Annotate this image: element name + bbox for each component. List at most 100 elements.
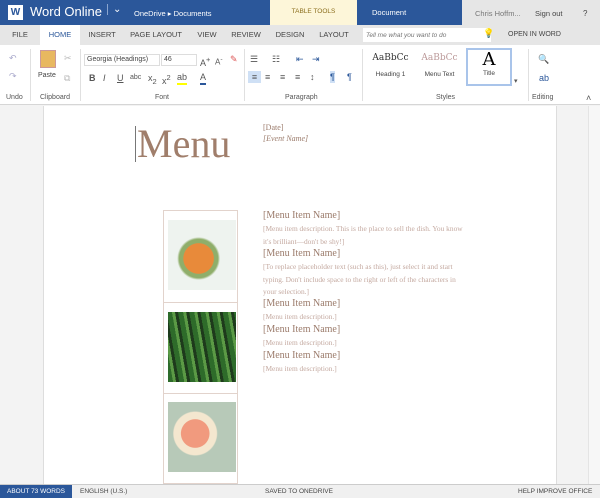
replace-icon[interactable]: ab (539, 72, 549, 84)
app-menu-chevron-icon[interactable]: ⌄ (107, 4, 121, 15)
align-right-icon[interactable]: ≡ (280, 71, 285, 83)
cut-icon[interactable]: ✂ (64, 52, 72, 64)
tab-file[interactable]: FILE (5, 25, 35, 45)
tab-insert[interactable]: INSERT (82, 25, 122, 45)
save-status: SAVED TO ONEDRIVE (265, 488, 333, 495)
undo-icon[interactable]: ↶ (9, 52, 17, 64)
tab-design[interactable]: DESIGN (272, 25, 308, 45)
menu-item-name[interactable]: [Menu Item Name] (263, 324, 340, 335)
document-name[interactable]: Document (357, 0, 462, 25)
style-title[interactable]: A Title (466, 48, 512, 86)
doc-title[interactable]: Menu (137, 120, 230, 167)
breadcrumb-onedrive[interactable]: OneDrive (134, 9, 166, 18)
doc-event-name[interactable]: [Event Name] (263, 134, 308, 143)
divider (30, 49, 31, 101)
redo-icon[interactable]: ↷ (9, 70, 17, 82)
group-label-undo: Undo (6, 94, 23, 101)
decrease-indent-icon[interactable]: ⇤ (296, 53, 304, 65)
underline-icon[interactable]: U (117, 72, 124, 84)
table-tools-label: TABLE TOOLS (291, 8, 336, 15)
word-logo-icon: W (8, 5, 23, 20)
style-heading-1[interactable]: AaBbCc Heading 1 (367, 50, 414, 86)
tab-page-layout[interactable]: PAGE LAYOUT (126, 25, 186, 45)
italic-icon[interactable]: I (103, 72, 106, 84)
line-spacing-icon[interactable]: ↕ (310, 71, 315, 83)
scrollbar[interactable] (588, 106, 600, 484)
breadcrumb: OneDrive ▸ Documents (134, 9, 212, 18)
tab-view[interactable]: VIEW (192, 25, 222, 45)
divider (80, 49, 81, 101)
help-button[interactable]: ? (583, 9, 587, 18)
group-label-clipboard: Clipboard (40, 94, 70, 101)
font-name-select[interactable]: Georgia (Headings) (84, 54, 160, 66)
ltr-icon[interactable]: ¶ (330, 71, 335, 83)
styles-more-icon[interactable]: ▾ (514, 76, 518, 88)
align-center-icon[interactable]: ≡ (265, 71, 270, 83)
divider (362, 49, 363, 101)
tab-review[interactable]: REVIEW (228, 25, 264, 45)
numbering-icon[interactable]: ☷ (272, 53, 280, 65)
paste-icon[interactable] (40, 50, 56, 68)
style-menu-text[interactable]: AaBbCc Menu Text (416, 50, 463, 86)
language[interactable]: ENGLISH (U.S.) (80, 485, 127, 498)
lightbulb-icon[interactable]: 💡 (483, 28, 494, 39)
edamame-image[interactable] (168, 220, 236, 290)
paste-label[interactable]: Paste (38, 72, 56, 79)
rtl-icon[interactable]: ¶ (347, 71, 352, 83)
superscript-icon[interactable]: x2 (162, 72, 171, 87)
align-left-icon[interactable]: ≡ (248, 71, 261, 83)
bullets-icon[interactable]: ☰ (250, 53, 258, 65)
style-preview: A (482, 49, 496, 70)
group-label-styles: Styles (436, 94, 456, 101)
menu-item-description[interactable]: [Menu item description.] (263, 363, 463, 376)
menu-item-description[interactable]: [Menu item description.] (263, 311, 463, 324)
menu-item-name[interactable]: [Menu Item Name] (263, 248, 340, 259)
menu-item-description[interactable]: [Menu item description.] (263, 337, 463, 350)
subscript-icon[interactable]: x2 (148, 72, 157, 88)
app-title[interactable]: Word Online (30, 4, 102, 19)
grapefruit-image[interactable] (168, 402, 236, 472)
clear-formatting-icon[interactable]: ✎ (230, 53, 238, 65)
group-label-paragraph: Paragraph (285, 94, 318, 101)
menu-item-description[interactable]: [Menu item description. This is the plac… (263, 223, 463, 248)
divider (163, 393, 238, 394)
menu-item-name[interactable]: [Menu Item Name] (263, 298, 340, 309)
style-label: Heading 1 (375, 71, 406, 78)
word-count[interactable]: ABOUT 73 WORDS (0, 485, 72, 498)
find-icon[interactable]: 🔍 (538, 53, 549, 65)
doc-date[interactable]: [Date] (263, 123, 283, 132)
group-label-editing: Editing (532, 94, 554, 101)
font-size-select[interactable]: 46 (161, 54, 197, 66)
style-preview: AaBbCc (372, 53, 409, 63)
help-improve-link[interactable]: HELP IMPROVE OFFICE (518, 485, 592, 498)
group-label-font: Font (155, 94, 170, 101)
status-bar: ABOUT 73 WORDS ENGLISH (U.S.) SAVED TO O… (0, 484, 600, 498)
open-in-word-button[interactable]: OPEN IN WORD (508, 31, 561, 38)
style-preview: AaBbCc (421, 53, 458, 63)
shrink-font-icon[interactable]: A- (215, 54, 223, 69)
menu-item-description[interactable]: [To replace placeholder text (such as th… (263, 261, 463, 299)
divider (163, 302, 238, 303)
sign-out-link[interactable]: Sign out (535, 9, 563, 18)
increase-indent-icon[interactable]: ⇥ (312, 53, 320, 65)
grow-font-icon[interactable]: A+ (200, 54, 210, 69)
asparagus-image[interactable] (168, 312, 236, 382)
font-color-icon[interactable]: A (200, 71, 207, 85)
tab-layout[interactable]: LAYOUT (315, 25, 353, 45)
divider (244, 49, 245, 101)
menu-item-name[interactable]: [Menu Item Name] (263, 350, 340, 361)
bold-icon[interactable]: B (89, 72, 96, 84)
strikethrough-icon[interactable]: abc (130, 72, 141, 84)
highlight-icon[interactable]: ab (177, 71, 188, 85)
divider (528, 49, 529, 101)
justify-icon[interactable]: ≡ (295, 71, 300, 83)
style-label: Title (482, 70, 496, 77)
collapse-ribbon-icon[interactable]: ˄ (586, 92, 591, 104)
menu-item-name[interactable]: [Menu Item Name] (263, 210, 340, 221)
copy-icon[interactable]: ⧉ (64, 72, 70, 84)
user-name[interactable]: Chris Hoffm... (475, 9, 521, 18)
tell-me-input[interactable] (363, 28, 491, 42)
cursor (135, 126, 136, 162)
tab-home[interactable]: HOME (40, 25, 80, 45)
breadcrumb-documents[interactable]: Documents (174, 9, 212, 18)
